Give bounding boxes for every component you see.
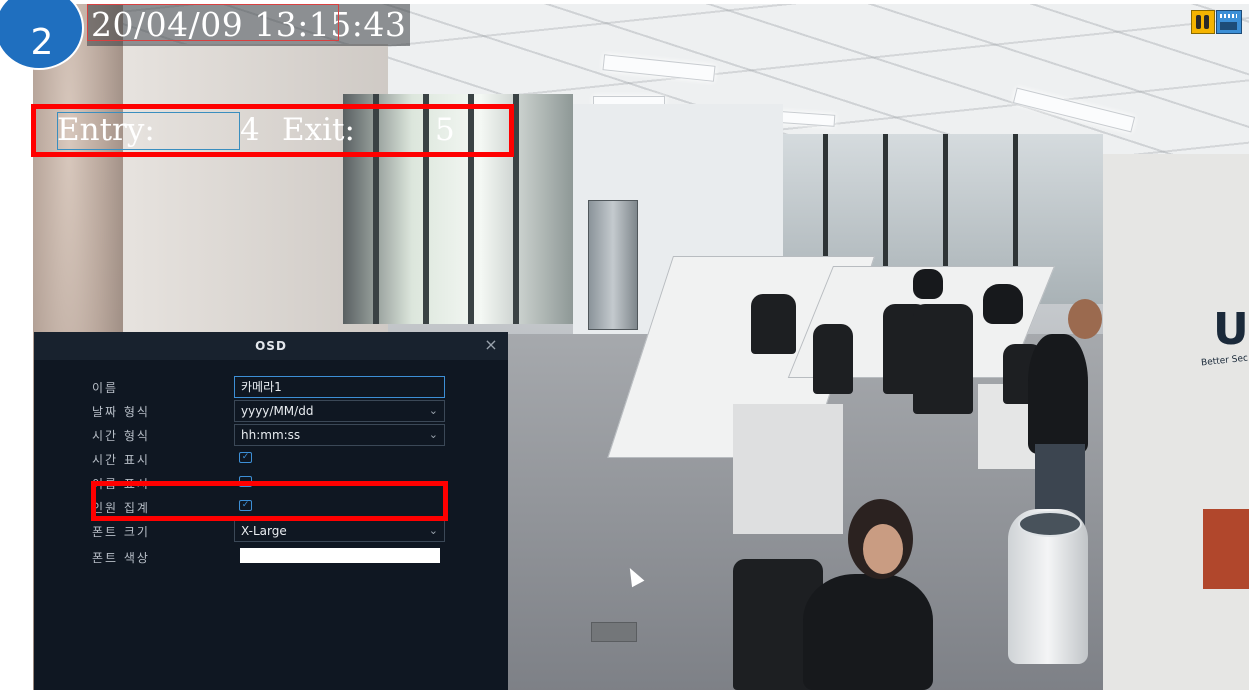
person bbox=[983, 284, 1023, 324]
people-count-icon bbox=[1191, 10, 1215, 34]
wall-right bbox=[1103, 154, 1249, 690]
box bbox=[1203, 509, 1249, 589]
chair bbox=[813, 324, 853, 394]
font-size-select[interactable]: X-Large ⌄ bbox=[234, 520, 445, 542]
name-input[interactable]: 카메라1 bbox=[234, 376, 445, 398]
record-icon bbox=[1216, 10, 1242, 34]
row-time-format: 시간 형식 hh:mm:ss ⌄ bbox=[34, 424, 508, 446]
chevron-down-icon: ⌄ bbox=[428, 524, 438, 537]
chevron-down-icon: ⌄ bbox=[428, 428, 438, 441]
date-format-select[interactable]: yyyy/MM/dd ⌄ bbox=[234, 400, 445, 422]
row-font-color: 폰트 색상 bbox=[34, 546, 508, 568]
close-icon[interactable]: × bbox=[482, 336, 500, 354]
chair bbox=[751, 294, 796, 354]
person bbox=[913, 269, 943, 299]
time-format-value: hh:mm:ss bbox=[241, 428, 301, 442]
desk-cabinet bbox=[733, 404, 843, 534]
datetime-selection-box bbox=[87, 4, 339, 41]
panel-title: OSD bbox=[255, 339, 287, 353]
font-color-swatch[interactable] bbox=[240, 548, 440, 563]
chair bbox=[913, 304, 973, 414]
air-purifier bbox=[1008, 509, 1088, 664]
chevron-down-icon: ⌄ bbox=[428, 404, 438, 417]
date-format-value: yyyy/MM/dd bbox=[241, 404, 314, 418]
highlight-people-count bbox=[91, 481, 448, 521]
time-format-label: 시간 형식 bbox=[92, 429, 150, 443]
osd-datetime: 20/04/09 13:15:43 bbox=[87, 4, 411, 46]
show-time-label: 시간 표시 bbox=[92, 453, 150, 467]
date-format-label: 날짜 형식 bbox=[92, 405, 150, 419]
refrigerator bbox=[588, 200, 638, 330]
font-color-label: 폰트 색상 bbox=[92, 551, 150, 565]
floor-vent bbox=[591, 622, 637, 642]
person bbox=[1028, 334, 1088, 454]
show-time-checkbox[interactable]: ✓ bbox=[239, 452, 252, 463]
name-value: 카메라1 bbox=[241, 380, 282, 394]
row-name: 이름 카메라1 bbox=[34, 376, 508, 398]
name-label: 이름 bbox=[92, 381, 119, 395]
row-show-time: 시간 표시 ✓ bbox=[34, 448, 508, 470]
row-font-size: 폰트 크기 X-Large ⌄ bbox=[34, 520, 508, 542]
step-number: 2 bbox=[30, 22, 54, 63]
person-face bbox=[863, 524, 903, 574]
wall-logo: U bbox=[1213, 304, 1249, 355]
person bbox=[803, 574, 933, 690]
person-head bbox=[1068, 299, 1102, 339]
font-size-value: X-Large bbox=[241, 524, 287, 538]
highlight-counter bbox=[31, 104, 514, 157]
time-format-select[interactable]: hh:mm:ss ⌄ bbox=[234, 424, 445, 446]
row-date-format: 날짜 형식 yyyy/MM/dd ⌄ bbox=[34, 400, 508, 422]
font-size-label: 폰트 크기 bbox=[92, 525, 150, 539]
panel-header: OSD × bbox=[34, 332, 508, 360]
